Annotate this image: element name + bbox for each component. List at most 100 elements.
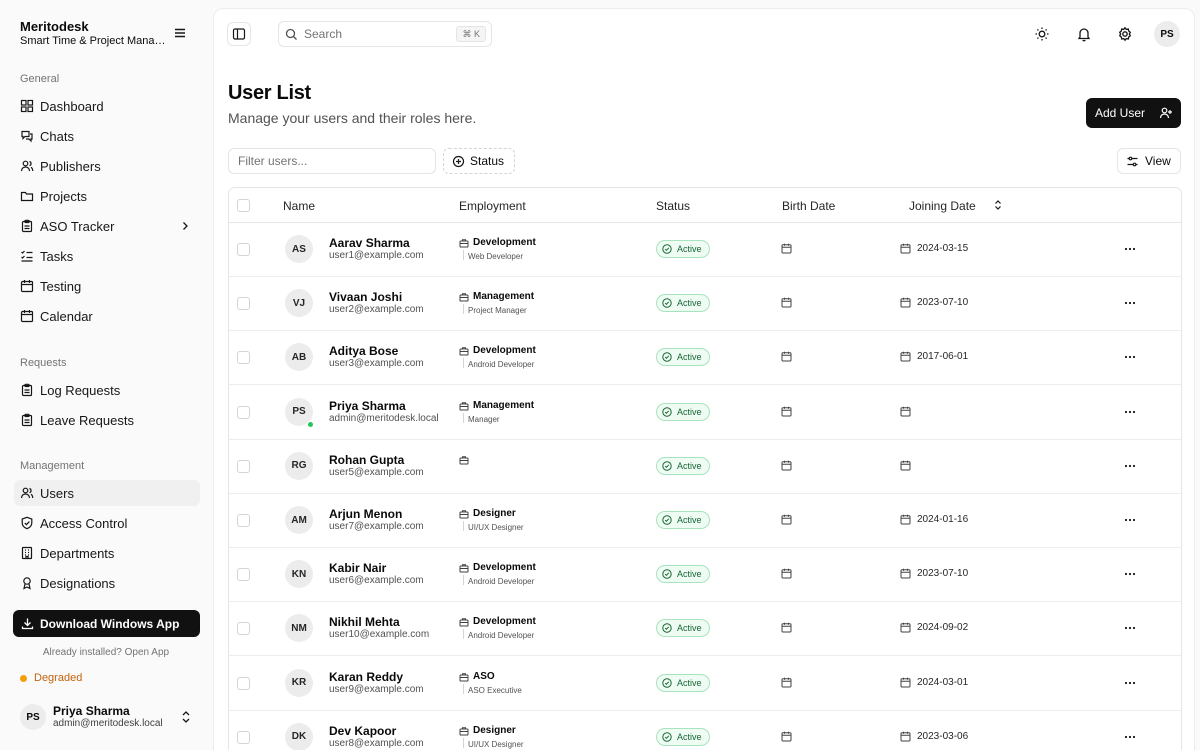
table-row[interactable]: KR Karan Reddy user9@example.com ASO ASO Exe…: [229, 657, 1181, 711]
briefcase-icon: [459, 292, 469, 302]
sidebar-item-label: Publishers: [40, 158, 101, 174]
row-checkbox[interactable]: [237, 405, 250, 419]
chevron-right-icon: [178, 219, 192, 233]
more-actions-icon[interactable]: [1123, 298, 1137, 308]
sidebar-item-projects[interactable]: Projects: [14, 183, 200, 209]
joining-date: 2024-03-01: [917, 676, 969, 688]
more-actions-icon[interactable]: [1123, 515, 1137, 525]
table-row[interactable]: AS Aarav Sharma user1@example.com Developme…: [229, 223, 1181, 277]
sidebar-item-label: Access Control: [40, 515, 128, 531]
user-email: user6@example.com: [329, 575, 424, 587]
check-circle-icon: [662, 623, 672, 634]
sidebar-item-label: Dashboard: [40, 98, 104, 114]
user-email: user7@example.com: [329, 521, 424, 532]
sidebar-item-departments[interactable]: Departments: [14, 540, 200, 566]
department: Management: [473, 399, 535, 411]
column-header-name[interactable]: Name: [283, 199, 315, 213]
calendar-icon: [20, 309, 34, 323]
designation: Android Developer: [468, 360, 535, 370]
search-input[interactable]: Search ⌘ K: [278, 21, 492, 47]
sort-icon[interactable]: [992, 199, 1004, 211]
view-options-button[interactable]: View: [1117, 148, 1181, 174]
more-actions-icon[interactable]: [1123, 569, 1137, 579]
row-checkbox[interactable]: [237, 297, 250, 311]
status-filter-label: Status: [470, 154, 505, 168]
open-app-link[interactable]: Already installed? Open App: [0, 647, 212, 658]
sidebar-item-users[interactable]: Users: [14, 480, 200, 506]
toggle-sidebar-button[interactable]: [227, 22, 251, 46]
row-checkbox[interactable]: [237, 568, 250, 582]
row-checkbox[interactable]: [237, 351, 250, 365]
column-header-status[interactable]: Status: [656, 199, 690, 213]
avatar[interactable]: PS: [1154, 21, 1180, 47]
more-actions-icon[interactable]: [1123, 244, 1137, 254]
sidebar-item-aso-tracker[interactable]: ASO Tracker: [14, 213, 200, 239]
briefcase-icon: [459, 401, 469, 411]
table-row[interactable]: KN Kabir Nair user6@example.com Development…: [229, 548, 1181, 603]
sidebar-item-label: Tasks: [40, 248, 74, 264]
sidebar-item-chats[interactable]: Chats: [14, 123, 200, 149]
select-all-checkbox[interactable]: [237, 199, 250, 212]
table-row[interactable]: NM Nikhil Mehta user10@example.com Developm…: [229, 602, 1181, 657]
filter-users-input[interactable]: Filter users...: [228, 148, 436, 174]
briefcase-icon: [459, 617, 469, 627]
role-divider: [463, 304, 464, 315]
row-checkbox[interactable]: [237, 459, 250, 473]
add-user-button[interactable]: Add User: [1086, 98, 1181, 128]
brand[interactable]: Meritodesk Smart Time & Project Manageme…: [20, 19, 170, 48]
sidebar-item-publishers[interactable]: Publishers: [14, 153, 200, 179]
designation: UI/UX Designer: [468, 523, 524, 532]
sidebar-item-tasks[interactable]: Tasks: [14, 243, 200, 269]
users-table: Name Employment Status Birth Date Joinin…: [228, 187, 1182, 750]
more-actions-icon[interactable]: [1123, 407, 1137, 417]
briefcase-icon: [459, 238, 469, 248]
column-header-employment[interactable]: Employment: [459, 199, 526, 213]
column-header-joining-date[interactable]: Joining Date: [909, 199, 976, 213]
search-shortcut: ⌘ K: [456, 26, 486, 42]
more-actions-icon[interactable]: [1123, 623, 1137, 633]
sidebar-user-menu[interactable]: PS Priya Sharma admin@meritodesk.local: [20, 702, 200, 734]
row-checkbox[interactable]: [237, 622, 250, 636]
column-header-birth-date[interactable]: Birth Date: [782, 199, 835, 213]
department: Management: [473, 291, 535, 303]
row-checkbox[interactable]: [237, 243, 250, 256]
download-windows-app-button[interactable]: Download Windows App: [13, 610, 200, 637]
row-checkbox[interactable]: [237, 514, 250, 527]
table-row[interactable]: VJ Vivaan Joshi user2@example.com Managemen…: [229, 277, 1181, 332]
sidebar-item-log-requests[interactable]: Log Requests: [14, 377, 200, 403]
check-circle-icon: [662, 569, 672, 579]
row-checkbox[interactable]: [237, 730, 250, 744]
menu-icon[interactable]: [172, 25, 188, 41]
joining-date: 2023-07-10: [917, 568, 969, 580]
table-row[interactable]: DK Dev Kapoor user8@example.com Designer UI/…: [229, 711, 1181, 750]
sidebar-item-testing[interactable]: Testing: [14, 273, 200, 299]
status-filter-button[interactable]: Status: [443, 148, 515, 174]
sidebar-item-leave-requests[interactable]: Leave Requests: [14, 407, 200, 433]
clipboard-icon: [20, 413, 34, 427]
status-badge: Active: [656, 565, 710, 584]
sidebar-item-calendar[interactable]: Calendar: [14, 303, 200, 329]
table-row[interactable]: AB Aditya Bose user3@example.com Developmen…: [229, 331, 1181, 386]
sidebar-item-designations[interactable]: Designations: [14, 570, 200, 596]
sidebar-item-dashboard[interactable]: Dashboard: [14, 93, 200, 119]
designation: Web Developer: [468, 252, 523, 261]
table-row[interactable]: AM Arjun Menon user7@example.com Designer UI…: [229, 494, 1181, 548]
more-actions-icon[interactable]: [1123, 678, 1137, 688]
more-actions-icon[interactable]: [1123, 461, 1137, 471]
sliders-icon: [1126, 155, 1139, 168]
user-email: user2@example.com: [329, 304, 424, 316]
bell-icon[interactable]: [1076, 26, 1092, 42]
calendar-icon: [781, 568, 792, 579]
table-row[interactable]: RG Rohan Gupta user5@example.com Active: [229, 440, 1181, 494]
row-checkbox[interactable]: [237, 676, 250, 690]
more-actions-icon[interactable]: [1123, 352, 1137, 362]
gear-icon[interactable]: [1117, 26, 1133, 42]
more-actions-icon[interactable]: [1123, 732, 1137, 742]
sidebar-item-access-control[interactable]: Access Control: [14, 510, 200, 536]
calendar-icon: [781, 514, 792, 525]
search-placeholder: Search: [304, 27, 343, 41]
user-email: user10@example.com: [329, 629, 430, 641]
group-label-general: General: [20, 73, 60, 85]
table-row[interactable]: PS Priya Sharma admin@meritodesk.local Mana…: [229, 386, 1181, 440]
sun-icon[interactable]: [1034, 26, 1050, 42]
